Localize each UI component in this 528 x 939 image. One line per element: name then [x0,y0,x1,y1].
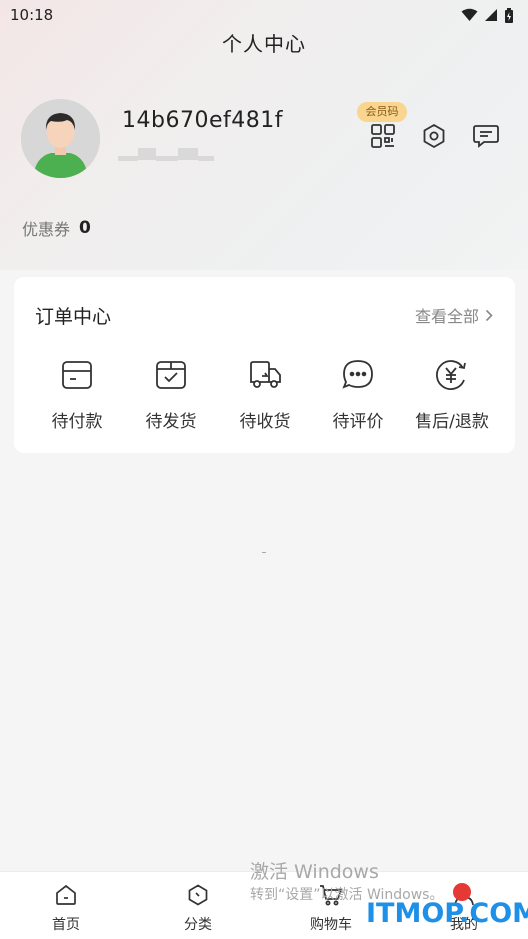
order-pending-receipt[interactable]: 待收货 [215,355,315,432]
avatar[interactable] [21,99,100,178]
order-after-sales-refund[interactable]: 售后/退款 [402,355,502,432]
qrcode-icon [371,124,395,148]
order-pending-shipment[interactable]: 待发货 [121,355,221,432]
tab-label: 分类 [184,917,212,933]
coupon-label: 优惠券 [22,220,71,239]
tab-label: 购物车 [310,917,352,933]
masked-user-id [118,146,214,161]
package-icon [156,361,186,389]
settings-icon [423,123,445,149]
status-time: 10:18 [10,6,54,24]
page-title: 个人中心 [222,32,306,56]
home-icon [56,884,76,905]
order-item-label: 售后/退款 [415,412,489,432]
order-center-card: 订单中心 查看全部 待付款 待发货 待收货 待评价 售后/退款 [14,277,515,453]
message-icon [473,125,499,148]
loading-dot [262,552,266,553]
truck-icon [250,361,281,388]
signal-icon [485,9,497,21]
refund-icon [436,360,466,390]
status-bar: 10:18 [0,0,528,30]
wallet-icon [62,361,92,389]
order-item-label: 待评价 [332,412,384,432]
view-all-label: 查看全部 [414,307,479,326]
activation-watermark-title: 激活 Windows [250,861,379,883]
site-watermark: ITMOP.COM [366,898,528,929]
settings-button[interactable] [419,121,449,151]
battery-icon [505,7,513,23]
username: 14b670ef481f [122,108,283,133]
tab-category[interactable]: 分类 [158,882,238,934]
message-button[interactable] [471,121,501,151]
tab-label: 首页 [52,917,80,933]
comment-icon [342,360,373,389]
category-icon [188,884,208,906]
order-pending-review[interactable]: 待评价 [308,355,408,432]
order-item-label: 待付款 [51,412,103,432]
user-avatar-icon [21,99,100,178]
status-icons [461,7,514,23]
chevron-right-icon [485,309,493,321]
tab-home[interactable]: 首页 [26,882,106,934]
member-code-badge[interactable]: 会员码 [357,102,407,122]
qrcode-button[interactable] [368,121,398,151]
coupon-row[interactable]: 优惠券 0 [22,216,91,240]
order-center-title: 订单中心 [35,306,112,328]
order-pending-payment[interactable]: 待付款 [27,355,127,432]
wifi-icon [461,8,478,21]
order-item-label: 待收货 [239,412,291,432]
coupon-count: 0 [79,218,91,238]
order-item-label: 待发货 [145,412,197,432]
view-all-orders-link[interactable]: 查看全部 [415,303,493,327]
